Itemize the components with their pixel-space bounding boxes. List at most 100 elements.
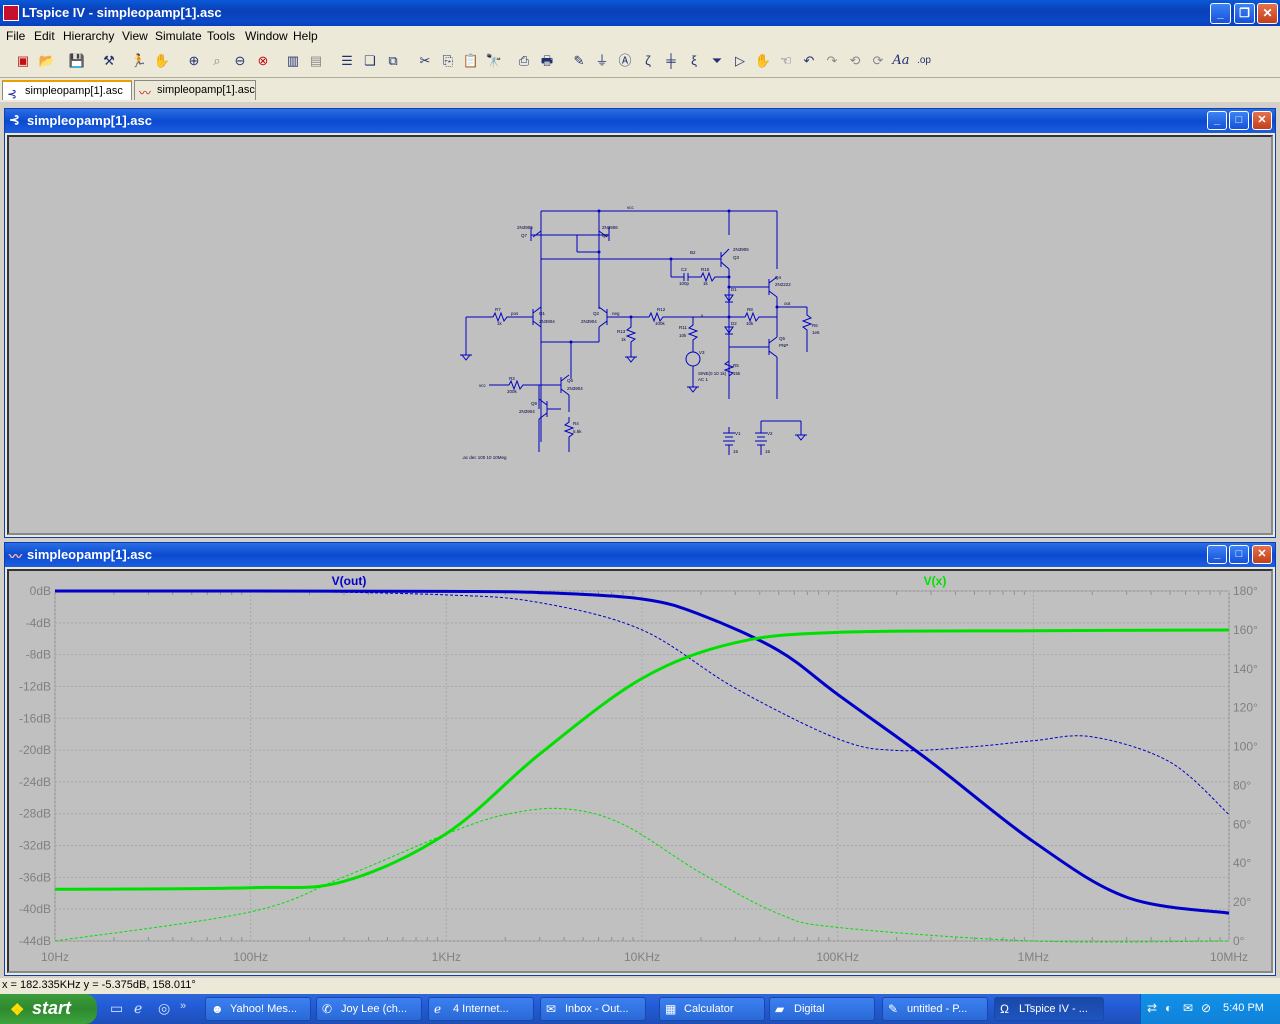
menu-window[interactable]: Window (245, 29, 288, 43)
taskbar-task-label: 4 Internet... (453, 1003, 509, 1015)
ground-icon[interactable]: ⏚ (593, 52, 611, 70)
menu-help[interactable]: Help (293, 29, 318, 43)
taskbar-task-7[interactable]: Ω LTspice IV - ... (994, 997, 1104, 1021)
copy-icon[interactable]: ⎘ (439, 52, 457, 70)
find-icon[interactable]: 🔭 (485, 52, 503, 70)
pan-icon[interactable]: ⌕ (208, 52, 226, 70)
x-tick-label: 1KHz (432, 950, 461, 964)
save-icon[interactable]: 💾 (68, 52, 86, 70)
print-icon[interactable]: 🖶 (538, 52, 556, 70)
print-setup-icon[interactable]: ⎙ (515, 52, 533, 70)
restore-button[interactable]: ❐ (1234, 3, 1255, 24)
schematic-drawing[interactable]: vcc 2N3906 Q7 2N3906 Q8 B2 2N3906 Q3 Q4 … (9, 137, 1271, 533)
menu-simulate[interactable]: Simulate (155, 29, 202, 43)
taskbar-task-6[interactable]: ✎ untitled - P... (882, 997, 988, 1021)
bode-plot[interactable]: 10Hz 100Hz 1KHz 10KHz 100KHz 1MHz 10MHz 0dB -4dB… (9, 571, 1271, 971)
menu-hierarchy[interactable]: Hierarchy (63, 29, 114, 43)
menu-tools[interactable]: Tools (207, 29, 235, 43)
zoom-fit-icon[interactable]: ⊗ (254, 52, 272, 70)
cut-icon[interactable]: ✂ (416, 52, 434, 70)
resistor-icon[interactable]: ζ (639, 52, 657, 70)
open-icon[interactable]: 📂 (38, 52, 56, 70)
run-icon[interactable]: 🏃 (130, 52, 148, 70)
new-schematic-icon[interactable]: ▣ (14, 52, 32, 70)
taskbar-task-1[interactable]: ✆ Joy Lee (ch... (316, 997, 422, 1021)
text-icon[interactable]: Aa (892, 52, 910, 70)
label-q3: Q3 (733, 255, 740, 260)
network-icon[interactable]: ⇄ (1147, 1001, 1157, 1015)
halt-icon[interactable]: ✋ (153, 52, 171, 70)
clear-icon[interactable]: ▤ (307, 52, 325, 70)
cascade-icon[interactable]: ❏ (361, 52, 379, 70)
component-icon[interactable]: ▷ (731, 52, 749, 70)
taskbar-task-4[interactable]: ▦ Calculator (659, 997, 765, 1021)
taskbar-task-3[interactable]: ✉ Inbox - Out... (540, 997, 646, 1021)
app-title-bar[interactable]: LTspice IV - simpleopamp[1].asc _ ❐ ✕ (0, 0, 1280, 26)
toolbar: ▣ 📂 💾 ⚒ 🏃 ✋ ⊕ ⌕ ⊖ ⊗ ▥ ▤ ☰ ❏ ⧉ ✂ ⎘ 📋 🔭 ⎙ … (0, 46, 1280, 78)
y-right-tick-label: 140° (1233, 662, 1258, 676)
undo-icon[interactable]: ↶ (800, 52, 818, 70)
autorange-icon[interactable]: ▥ (284, 52, 302, 70)
label-vcc-top: vcc (627, 205, 635, 210)
outlook-icon[interactable]: ◎ (158, 1000, 170, 1017)
ltspice-app-icon[interactable] (3, 5, 19, 21)
more-quicklaunch-icon[interactable]: » (180, 1000, 186, 1012)
menu-file[interactable]: File (6, 29, 25, 43)
close-button[interactable]: ✕ (1257, 3, 1278, 24)
show-desktop-icon[interactable]: ▭ (110, 1000, 123, 1017)
inductor-icon[interactable]: ξ (685, 52, 703, 70)
label-net-icon[interactable]: Ⓐ (616, 52, 634, 70)
drag-icon[interactable]: ☜ (777, 52, 795, 70)
waveform-window[interactable]: 〰 simpleopamp[1].asc _ □ ✕ 10Hz 100Hz 1KHz… (4, 542, 1276, 976)
y-left-tick-label: 0dB (30, 584, 51, 598)
y-right-tick-label: 40° (1233, 856, 1251, 870)
taskbar-task-5[interactable]: ▰ Digital (769, 997, 875, 1021)
security-icon[interactable]: ⊘ (1201, 1001, 1211, 1015)
waveform-minimize-button[interactable]: _ (1207, 545, 1227, 564)
schematic-close-button[interactable]: ✕ (1252, 111, 1272, 130)
schematic-window[interactable]: ⊰ simpleopamp[1].asc _ □ ✕ vcc 2N3906 Q7… (4, 108, 1276, 538)
label-r3-val: 200k (507, 389, 518, 394)
tile-horizontal-icon[interactable]: ☰ (338, 52, 356, 70)
waveform-canvas[interactable]: 10Hz 100Hz 1KHz 10KHz 100KHz 1MHz 10MHz 0dB -4dB… (7, 569, 1273, 973)
diode-icon[interactable]: ⏷ (708, 52, 726, 70)
move-icon[interactable]: ✋ (754, 52, 772, 70)
mirror-icon[interactable]: ⟳ (869, 52, 887, 70)
menu-view[interactable]: View (122, 29, 148, 43)
schematic-window-title-bar[interactable]: ⊰ simpleopamp[1].asc _ □ ✕ (5, 109, 1275, 133)
waveform-maximize-button[interactable]: □ (1229, 545, 1249, 564)
label-r12-val: 100k (655, 321, 666, 326)
zoom-in-icon[interactable]: ⊕ (185, 52, 203, 70)
taskbar-task-0[interactable]: ☻ Yahoo! Mes... (205, 997, 311, 1021)
start-button[interactable]: ❖ start (0, 994, 97, 1024)
label-r4-val: 5.6k (573, 429, 582, 434)
zoom-out-icon[interactable]: ⊖ (231, 52, 249, 70)
label-r3: R3 (509, 376, 515, 381)
schematic-minimize-button[interactable]: _ (1207, 111, 1227, 130)
label-c2-val: 100p (679, 281, 690, 286)
tab-schematic[interactable]: ⊰ simpleopamp[1].asc (2, 80, 132, 101)
menu-edit[interactable]: Edit (34, 29, 55, 43)
taskbar-task-2[interactable]: ℯ 4 Internet... (428, 997, 534, 1021)
close-all-icon[interactable]: ⧉ (384, 52, 402, 70)
spice-directive-text[interactable]: .ac dec 100 10 10Meg (462, 455, 507, 460)
mail-tray-icon[interactable]: ✉ (1183, 1001, 1193, 1015)
waveform-close-button[interactable]: ✕ (1252, 545, 1272, 564)
redo-icon[interactable]: ↷ (823, 52, 841, 70)
tab-waveform[interactable]: 〰 simpleopamp[1].asc (134, 80, 256, 100)
paste-icon[interactable]: 📋 (462, 52, 480, 70)
label-r5-val: 15k (733, 371, 741, 376)
wire-icon[interactable]: ✎ (570, 52, 588, 70)
minimize-button[interactable]: _ (1210, 3, 1231, 24)
spice-directive-icon[interactable]: .op (915, 52, 933, 70)
back-icon[interactable]: ◐ (1165, 1001, 1172, 1015)
waveform-window-title-bar[interactable]: 〰 simpleopamp[1].asc _ □ ✕ (5, 543, 1275, 567)
label-q1: Q1 (539, 311, 546, 316)
schematic-maximize-button[interactable]: □ (1229, 111, 1249, 130)
control-panel-icon[interactable]: ⚒ (100, 52, 118, 70)
label-pos: pos (511, 311, 519, 316)
internet-explorer-icon[interactable]: ℯ (134, 1000, 142, 1017)
rotate-icon[interactable]: ⟲ (846, 52, 864, 70)
capacitor-icon[interactable]: ╪ (662, 52, 680, 70)
schematic-canvas[interactable]: vcc 2N3906 Q7 2N3906 Q8 B2 2N3906 Q3 Q4 … (7, 135, 1273, 535)
